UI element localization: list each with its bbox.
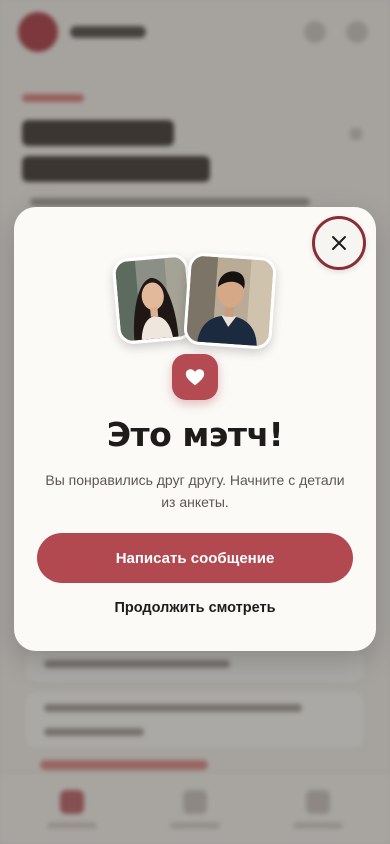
- man-portrait: [186, 255, 274, 347]
- woman-portrait: [114, 256, 192, 342]
- match-subtitle: Вы понравились друг другу. Начните с дет…: [45, 472, 345, 510]
- match-photo: [182, 252, 278, 350]
- send-message-button[interactable]: Написать сообщение: [37, 533, 353, 583]
- user-photo: [111, 252, 195, 346]
- heart-icon: [185, 369, 205, 386]
- match-modal: Это мэтч! Вы понравились друг другу. Нач…: [14, 207, 376, 651]
- match-heart-badge: [172, 354, 218, 400]
- close-icon: [332, 236, 346, 250]
- match-title: Это мэтч!: [106, 415, 284, 454]
- continue-browsing-button[interactable]: Продолжить смотреть: [14, 600, 376, 616]
- close-button[interactable]: [312, 216, 366, 270]
